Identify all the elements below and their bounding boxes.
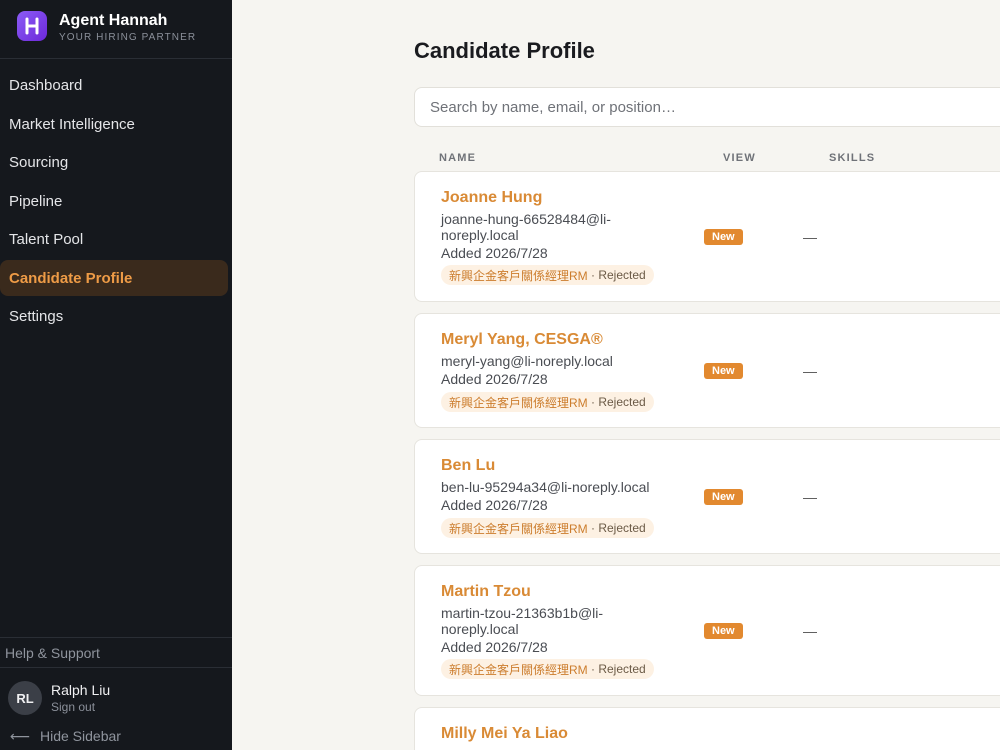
brand-title: Agent Hannah bbox=[59, 12, 168, 29]
new-badge: New bbox=[704, 363, 743, 379]
skills-value: — bbox=[803, 363, 817, 379]
candidate-email: martin-tzou-21363b1b@li-noreply.local bbox=[441, 605, 604, 637]
new-badge: New bbox=[704, 489, 743, 505]
sidebar-item-label: Candidate Profile bbox=[9, 269, 133, 287]
candidate-card[interactable]: Martin Tzou martin-tzou-21363b1b@li-nore… bbox=[414, 565, 1000, 696]
sidebar-item-label: Market Intelligence bbox=[9, 115, 135, 133]
sidebar-item-sourcing[interactable]: Sourcing bbox=[0, 144, 228, 180]
position-status-tag: 新興企金客戶關係經理RM · Rejected bbox=[441, 392, 654, 412]
application-status: · Rejected bbox=[591, 521, 646, 535]
candidate-email: meryl-yang@li-noreply.local bbox=[441, 353, 613, 369]
sidebar-item-talent-pool[interactable]: Talent Pool bbox=[0, 221, 228, 257]
brand-header: Agent Hannah YOUR HIRING PARTNER bbox=[0, 0, 232, 59]
sidebar-item-label: Pipeline bbox=[9, 192, 63, 210]
sidebar-item-settings[interactable]: Settings bbox=[0, 298, 228, 334]
skills-value: — bbox=[803, 623, 817, 639]
hide-sidebar-label: Hide Sidebar bbox=[40, 728, 121, 744]
new-badge: New bbox=[704, 229, 743, 245]
skills-value: — bbox=[803, 229, 817, 245]
candidate-card[interactable]: Milly Mei Ya Liao bbox=[414, 707, 1000, 750]
position-status-tag: 新興企金客戶關係經理RM · Rejected bbox=[441, 518, 654, 538]
help-support-link[interactable]: Help & Support bbox=[0, 637, 232, 668]
position-status-tag: 新興企金客戶關係經理RM · Rejected bbox=[441, 659, 654, 679]
candidate-added-date: Added 2026/7/28 bbox=[441, 245, 548, 261]
candidate-name[interactable]: Ben Lu bbox=[441, 457, 495, 475]
sidebar-item-market-intelligence[interactable]: Market Intelligence bbox=[0, 106, 228, 142]
candidate-added-date: Added 2026/7/28 bbox=[441, 371, 548, 387]
candidate-email: joanne-hung-66528484@li-noreply.local bbox=[441, 211, 611, 243]
h-letter-icon bbox=[17, 11, 47, 41]
search-input[interactable] bbox=[414, 87, 1000, 127]
application-status: · Rejected bbox=[591, 662, 646, 676]
avatar: RL bbox=[8, 681, 42, 715]
application-status: · Rejected bbox=[591, 268, 646, 282]
position-name: 新興企金客戶關係經理RM bbox=[449, 395, 588, 410]
position-name: 新興企金客戶關係經理RM bbox=[449, 521, 588, 536]
candidate-name[interactable]: Martin Tzou bbox=[441, 583, 531, 601]
application-status: · Rejected bbox=[591, 395, 646, 409]
sidebar-item-label: Sourcing bbox=[9, 153, 69, 171]
skills-value: — bbox=[803, 489, 817, 505]
candidate-card[interactable]: Ben Lu ben-lu-95294a34@li-noreply.local … bbox=[414, 439, 1000, 554]
arrow-left-icon: ⟵ bbox=[9, 727, 31, 744]
column-header-name[interactable]: NAME bbox=[439, 152, 476, 164]
sidebar-item-label: Dashboard bbox=[9, 76, 83, 94]
candidate-name[interactable]: Meryl Yang, CESGA® bbox=[441, 331, 603, 349]
candidate-card[interactable]: Meryl Yang, CESGA® meryl-yang@li-noreply… bbox=[414, 313, 1000, 428]
sign-out-link[interactable]: Sign out bbox=[51, 700, 95, 714]
sidebar-item-dashboard[interactable]: Dashboard bbox=[0, 67, 228, 103]
candidate-name[interactable]: Joanne Hung bbox=[441, 189, 542, 207]
brand-subtitle: YOUR HIRING PARTNER bbox=[59, 32, 197, 43]
sidebar-item-pipeline[interactable]: Pipeline bbox=[0, 183, 228, 219]
user-name: Ralph Liu bbox=[51, 682, 111, 698]
sidebar-item-label: Talent Pool bbox=[9, 230, 84, 248]
candidate-card[interactable]: Joanne Hung joanne-hung-66528484@li-nore… bbox=[414, 171, 1000, 302]
sidebar: Agent Hannah YOUR HIRING PARTNER Dashboa… bbox=[0, 0, 232, 750]
candidate-name[interactable]: Milly Mei Ya Liao bbox=[441, 725, 568, 743]
candidate-email: ben-lu-95294a34@li-noreply.local bbox=[441, 479, 650, 495]
position-status-tag: 新興企金客戶關係經理RM · Rejected bbox=[441, 265, 654, 285]
column-header-view[interactable]: VIEW bbox=[723, 152, 756, 164]
hide-sidebar-button[interactable]: ⟵ Hide Sidebar bbox=[0, 725, 232, 747]
user-profile: RL Ralph Liu Sign out bbox=[0, 678, 232, 718]
new-badge: New bbox=[704, 623, 743, 639]
column-header-skills[interactable]: SKILLS bbox=[829, 152, 875, 164]
position-name: 新興企金客戶關係經理RM bbox=[449, 662, 588, 677]
page-title: Candidate Profile bbox=[414, 38, 595, 63]
sidebar-item-candidate-profile[interactable]: Candidate Profile bbox=[0, 260, 228, 296]
candidate-added-date: Added 2026/7/28 bbox=[441, 639, 548, 655]
sidebar-item-label: Settings bbox=[9, 307, 64, 325]
position-name: 新興企金客戶關係經理RM bbox=[449, 268, 588, 283]
candidate-added-date: Added 2026/7/28 bbox=[441, 497, 548, 513]
